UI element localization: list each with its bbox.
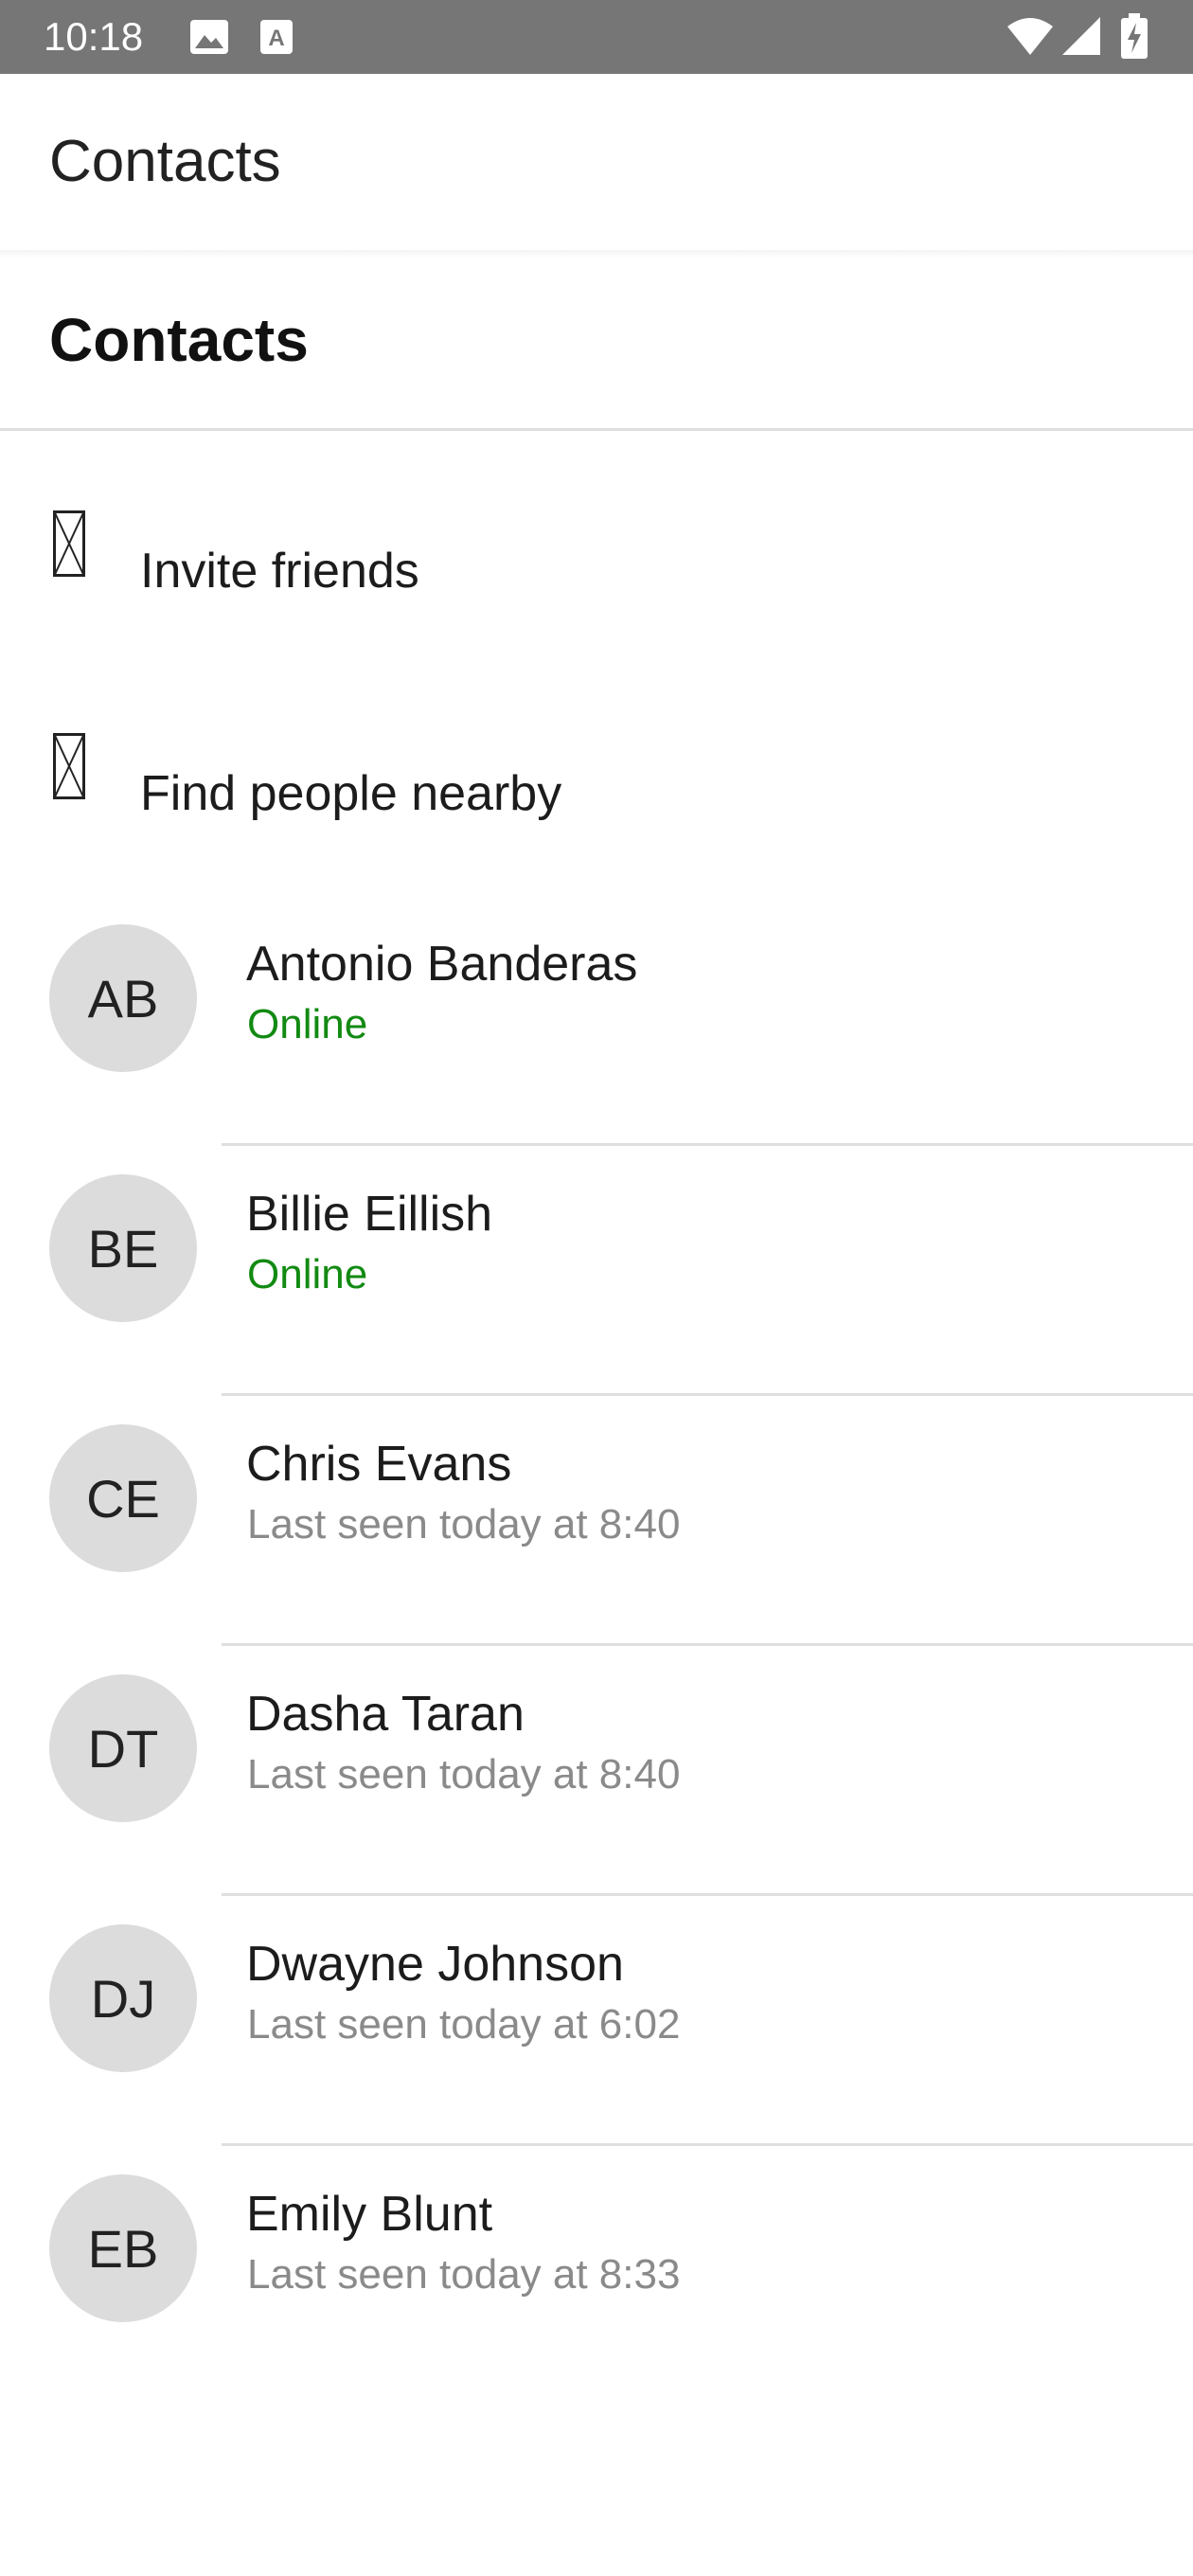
contact-status: Online: [247, 1251, 368, 1297]
contact-name: Emily Blunt: [246, 2187, 493, 2242]
avatar: DT: [49, 1674, 197, 1822]
contact-name: Billie Eillish: [246, 1187, 493, 1242]
image-icon: [190, 20, 228, 54]
app-bar-title: Contacts: [49, 129, 281, 194]
contact-status: Last seen today at 8:33: [247, 2251, 681, 2298]
wifi-icon: [1007, 18, 1053, 55]
avatar: DJ: [49, 1924, 197, 2072]
contact-row[interactable]: DT Dasha Taran Last seen today at 8:40: [0, 1646, 1193, 1896]
battery-charging-icon: [1121, 13, 1148, 59]
section-title: Contacts: [49, 306, 309, 374]
contact-row[interactable]: AB Antonio Banderas Online: [0, 896, 1193, 1146]
contact-status: Last seen today at 8:40: [247, 1501, 681, 1547]
invite-friends-label: Invite friends: [140, 544, 419, 599]
font-a-icon: A: [260, 20, 293, 54]
contact-status: Online: [247, 1001, 368, 1047]
contact-row[interactable]: EB Emily Blunt Last seen today at 8:33: [0, 2146, 1193, 2396]
app-bar-shadow: [0, 250, 1193, 258]
avatar: BE: [49, 1174, 197, 1322]
contact-name: Dasha Taran: [246, 1687, 525, 1742]
contact-row[interactable]: DJ Dwayne Johnson Last seen today at 6:0…: [0, 1896, 1193, 2146]
cell-signal-icon: [1062, 17, 1100, 55]
contact-name: Dwayne Johnson: [246, 1937, 624, 1992]
status-bar: 10:18 A: [0, 0, 1193, 74]
app-bar: Contacts: [0, 74, 1193, 250]
contact-status: Last seen today at 8:40: [247, 1751, 681, 1798]
contact-row[interactable]: CE Chris Evans Last seen today at 8:40: [0, 1396, 1193, 1646]
find-people-nearby-button[interactable]: Find people nearby: [0, 654, 1193, 878]
contact-status: Last seen today at 6:02: [247, 2001, 681, 2048]
status-time: 10:18: [44, 14, 144, 59]
find-people-nearby-label: Find people nearby: [140, 766, 562, 821]
avatar: EB: [49, 2174, 197, 2322]
avatar: CE: [49, 1424, 197, 1572]
placeholder-icon: [53, 733, 85, 799]
contact-name: Chris Evans: [246, 1437, 512, 1492]
contact-row[interactable]: BE Billie Eillish Online: [0, 1146, 1193, 1396]
placeholder-icon: [53, 510, 85, 577]
svg-text:A: A: [268, 26, 284, 51]
section-header: Contacts: [0, 258, 1193, 430]
contact-name: Antonio Banderas: [246, 937, 638, 992]
avatar: AB: [49, 924, 197, 1072]
invite-friends-button[interactable]: Invite friends: [0, 431, 1193, 654]
